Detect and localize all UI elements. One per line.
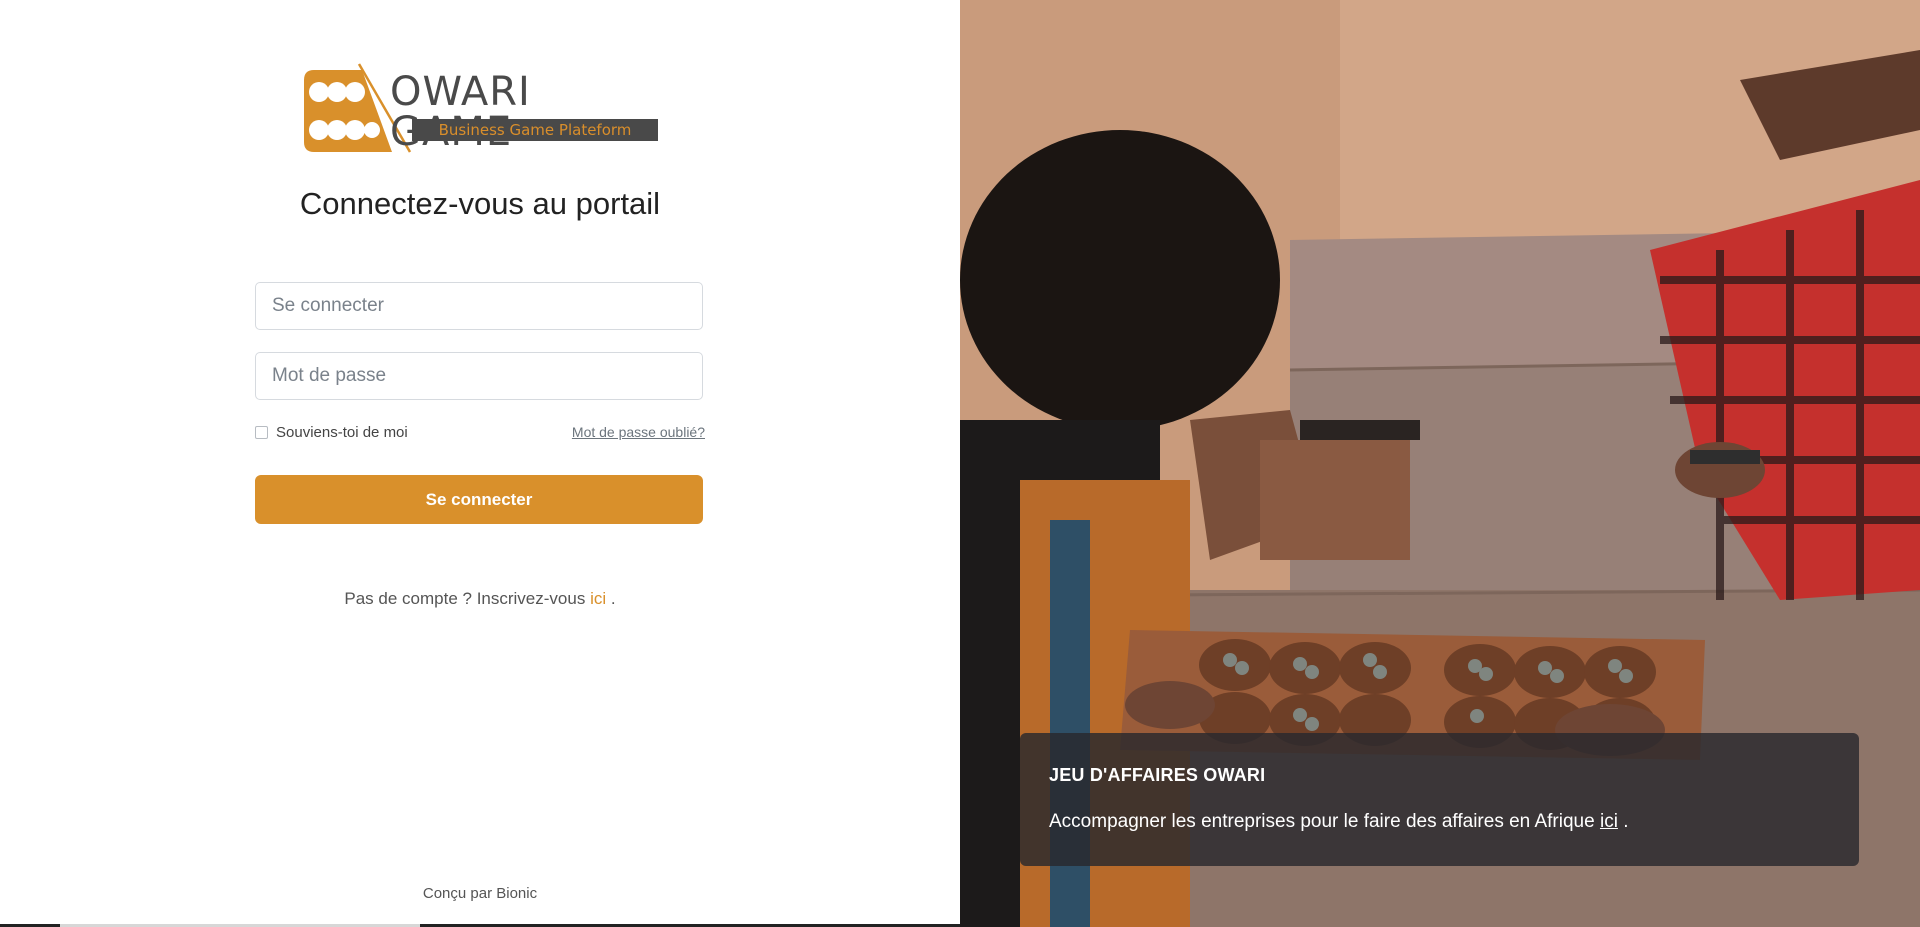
signup-link[interactable]: ici bbox=[590, 589, 606, 608]
login-button[interactable]: Se connecter bbox=[255, 475, 703, 524]
hero-text: Accompagner les entreprises pour le fair… bbox=[1049, 811, 1595, 832]
page-title: Connectez-vous au portail bbox=[299, 186, 661, 221]
hero-link[interactable]: ici bbox=[1600, 811, 1618, 832]
logo-subtitle: Business Game Plateform bbox=[412, 119, 658, 141]
remember-me[interactable]: Souviens-toi de moi bbox=[255, 424, 408, 441]
owari-logo: OWARI GAME Business Game Plateform bbox=[304, 62, 658, 154]
remember-label: Souviens-toi de moi bbox=[276, 424, 408, 441]
forgot-password-link[interactable]: Mot de passe oublié? bbox=[572, 424, 705, 440]
hero-title: JEU D'AFFAIRES OWARI bbox=[1049, 765, 1266, 785]
signup-suffix: . bbox=[610, 589, 616, 608]
hero-panel: JEU D'AFFAIRES OWARI Accompagner les ent… bbox=[960, 0, 1920, 927]
username-input[interactable] bbox=[255, 282, 703, 330]
hero-caption-card: JEU D'AFFAIRES OWARI Accompagner les ent… bbox=[1020, 733, 1859, 866]
footer-credit: Conçu par Bionic bbox=[422, 885, 538, 902]
signup-text: Pas de compte ? Inscrivez-vous bbox=[344, 589, 586, 608]
login-panel: OWARI GAME Business Game Plateform Conne… bbox=[0, 0, 960, 927]
hero-suffix: . bbox=[1623, 811, 1629, 832]
signup-prompt: Pas de compte ? Inscrivez-vous ici . bbox=[0, 589, 960, 609]
hero-text-line: Accompagner les entreprises pour le fair… bbox=[1049, 811, 1628, 833]
password-input[interactable] bbox=[255, 352, 703, 400]
remember-checkbox[interactable] bbox=[255, 426, 268, 439]
